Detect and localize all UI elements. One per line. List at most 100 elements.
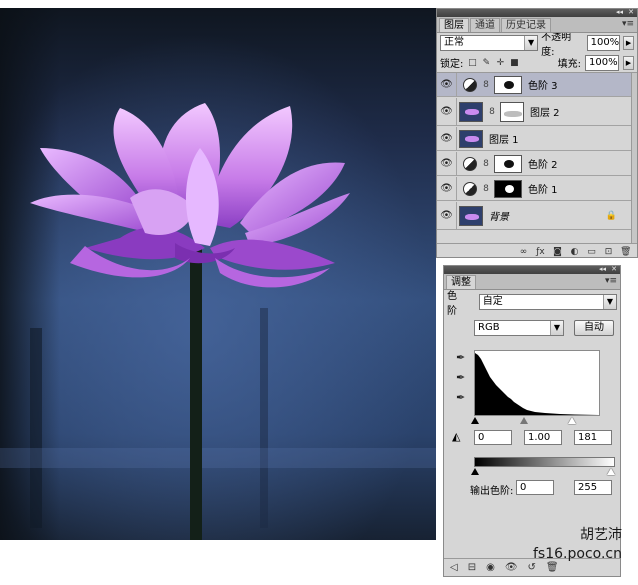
visibility-eye-icon[interactable]: 👁 [437,126,457,151]
layer-name: 背景 [489,212,509,223]
layers-scrollbar[interactable] [631,73,637,243]
visibility-eye-icon[interactable]: 👁 [437,201,457,230]
layer-name: 色阶 2 [528,160,558,171]
lock-icon: 🔒 [605,210,617,221]
layers-footer: ∞ ƒx ◙ ◐ ▭ ⊡ 🗑 [437,243,637,259]
black-eyedropper-icon[interactable]: ✒ [456,352,468,364]
input-white-field[interactable]: 181 [574,430,612,445]
add-mask-icon[interactable]: ◙ [552,247,563,257]
input-white-slider[interactable] [568,417,576,424]
channel-select[interactable]: RGB ▼ [474,320,564,336]
fill-label: 填充: [557,59,581,70]
layer-mask-thumbnail[interactable] [500,101,524,122]
panel-menu-icon[interactable]: ▾≡ [622,19,634,29]
blend-mode-select[interactable]: 正常 ▼ [440,35,539,51]
histogram [474,350,600,416]
layer-style-icon[interactable]: ƒx [535,247,546,257]
new-group-icon[interactable]: ▭ [586,247,597,257]
chevron-down-icon: ▼ [550,321,563,335]
gray-eyedropper-icon[interactable]: ✒ [456,372,468,384]
link-chain-icon[interactable]: 8 [481,184,491,194]
lock-transparent-icon[interactable]: □ [467,58,477,68]
adjust-titlebar[interactable]: ◂◂ ✕ [444,265,620,274]
lock-row: 锁定: □ ✎ ✛ ■ 填充: 100% ▶ [437,53,637,73]
adjust-tabrow: 调整 ▾≡ [444,274,620,290]
layer-mask-thumbnail[interactable] [494,179,522,198]
view-previous-icon[interactable]: 👁 [505,562,518,573]
adjustment-type-label: 色阶 [447,291,457,317]
toggle-visibility-icon[interactable]: ◉ [486,562,495,573]
input-black-field[interactable]: 0 [474,430,512,445]
layer-mask-thumbnail[interactable] [494,75,522,94]
white-eyedropper-icon[interactable]: ✒ [456,392,468,404]
layer-name: 图层 1 [489,135,519,146]
close-icon[interactable]: ✕ [628,8,634,17]
delete-adjustment-icon[interactable]: 🗑 [546,562,559,573]
new-adjustment-icon[interactable]: ◐ [569,247,580,257]
fill-input[interactable]: 100% [585,54,619,71]
tab-layers[interactable]: 图层 [439,18,469,32]
levels-adjustment-icon [463,181,477,196]
clip-to-layer-icon[interactable]: ⊟ [468,562,476,573]
output-gradient-bar [474,457,615,467]
preset-select[interactable]: 自定 ▼ [478,294,617,310]
lotus-photo [0,8,436,540]
link-layers-icon[interactable]: ∞ [518,247,529,257]
panel-menu-icon[interactable]: ▾≡ [605,276,617,286]
visibility-eye-icon[interactable]: 👁 [437,97,457,126]
chevron-down-icon: ▼ [603,295,616,309]
input-gamma-field[interactable]: 1.00 [524,430,562,445]
auto-button[interactable]: 自动 [574,320,614,336]
opacity-slider-button[interactable]: ▶ [623,36,634,50]
chevron-down-icon: ▼ [524,36,538,50]
input-gamma-slider[interactable] [520,417,528,424]
tab-history[interactable]: 历史记录 [501,18,551,32]
reset-icon[interactable]: ↺ [528,562,536,573]
lock-label: 锁定: [440,59,464,70]
close-icon[interactable]: ✕ [611,265,617,274]
watermark-name: 胡艺沛 [580,527,622,543]
lock-move-icon[interactable]: ✛ [495,58,505,68]
blend-mode-value: 正常 [444,37,464,48]
layer-thumbnail[interactable] [459,101,483,122]
output-black-slider[interactable] [471,468,479,475]
fill-slider-button[interactable]: ▶ [623,55,634,70]
layer-mask-thumbnail[interactable] [494,154,522,173]
collapse-icon[interactable]: ◂◂ [616,8,623,17]
output-black-field[interactable]: 0 [516,480,554,495]
visibility-eye-icon[interactable]: 👁 [437,176,457,201]
visibility-eye-icon[interactable]: 👁 [437,151,457,176]
collapse-icon[interactable]: ◂◂ [599,265,606,274]
layers-titlebar[interactable]: ◂◂ ✕ [437,8,637,17]
opacity-input[interactable]: 100% [586,35,621,51]
link-chain-icon[interactable]: 8 [487,107,497,117]
levels-adjustment-icon [463,156,477,171]
link-chain-icon[interactable]: 8 [481,159,491,169]
tab-adjustments[interactable]: 调整 [446,275,476,289]
layers-panel: ◂◂ ✕ 图层 通道 历史记录 ▾≡ 正常 ▼ 不透明度: 100% ▶ 锁定:… [436,8,638,258]
layer-row-levels-2[interactable]: 👁 8 色阶 2 [437,151,633,176]
back-arrow-icon[interactable]: ◁ [450,562,458,573]
delete-layer-icon[interactable]: 🗑 [620,247,631,257]
lock-paint-icon[interactable]: ✎ [481,58,491,68]
layer-row-background[interactable]: 👁 背景 🔒 [437,201,633,230]
layer-thumbnail[interactable] [459,205,483,226]
visibility-eye-icon[interactable]: 👁 [437,72,457,97]
output-levels-label: 输出色阶: [470,486,514,497]
clipping-icon[interactable]: ◭ [452,430,460,443]
output-white-slider[interactable] [607,468,615,475]
input-black-slider[interactable] [471,417,479,424]
tab-channels[interactable]: 通道 [470,18,500,32]
levels-adjustment-icon [463,77,477,92]
layer-thumbnail[interactable] [459,129,483,148]
link-chain-icon[interactable]: 8 [481,80,491,90]
new-layer-icon[interactable]: ⊡ [603,247,614,257]
layer-row-levels-1[interactable]: 👁 8 色阶 1 [437,176,633,201]
layer-row-levels-3[interactable]: 👁 8 色阶 3 [437,72,633,97]
preset-row: 色阶 自定 ▼ [444,291,620,317]
channel-value: RGB [478,322,500,333]
layer-row-layer-1[interactable]: 👁 图层 1 [437,126,633,151]
output-white-field[interactable]: 255 [574,480,612,495]
layer-row-layer-2[interactable]: 👁 8 图层 2 [437,97,633,126]
lock-all-icon[interactable]: ■ [509,58,519,68]
